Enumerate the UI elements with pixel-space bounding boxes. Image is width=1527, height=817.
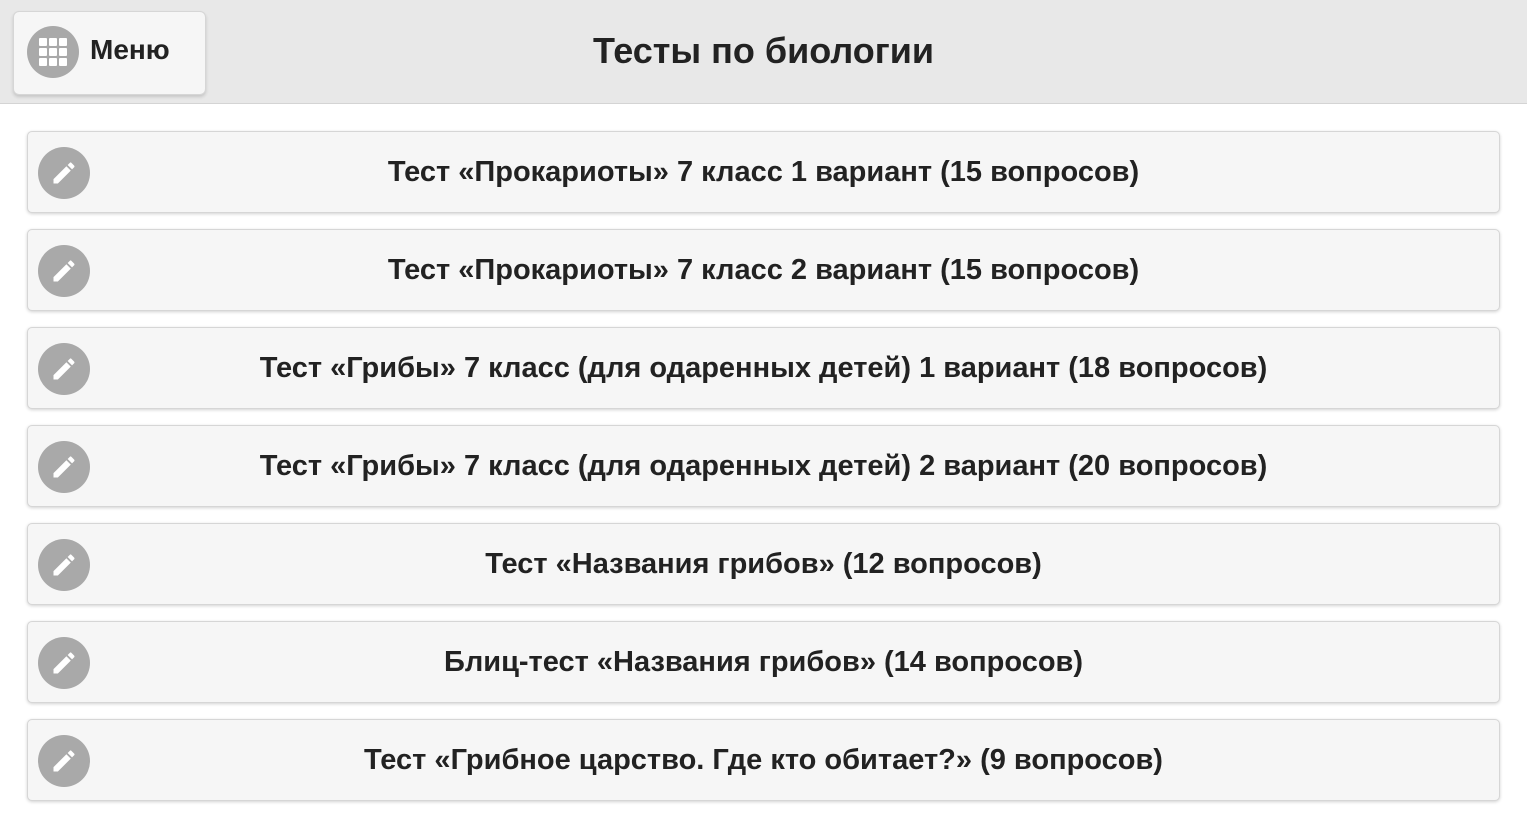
- test-item-label: Тест «Прокариоты» 7 класс 1 вариант (15 …: [387, 156, 1140, 188]
- test-item[interactable]: Тест «Грибное царство. Где кто обитает?»…: [27, 719, 1500, 801]
- test-item-label: Тест «Грибы» 7 класс (для одаренных дете…: [259, 352, 1268, 384]
- test-item[interactable]: Блиц-тест «Названия грибов» (14 вопросов…: [27, 621, 1500, 703]
- test-item-label: Тест «Названия грибов» (12 вопросов): [485, 548, 1042, 580]
- page-title: Тесты по биологии: [593, 30, 934, 71]
- app-header: Меню Тесты по биологии: [0, 0, 1527, 104]
- test-item[interactable]: Тест «Грибы» 7 класс (для одаренных дете…: [27, 425, 1500, 507]
- test-item-label: Тест «Грибы» 7 класс (для одаренных дете…: [259, 450, 1268, 482]
- test-item[interactable]: Тест «Прокариоты» 7 класс 1 вариант (15 …: [27, 131, 1500, 213]
- test-item[interactable]: Тест «Грибы» 7 класс (для одаренных дете…: [27, 327, 1500, 409]
- test-item[interactable]: Тест «Прокариоты» 7 класс 2 вариант (15 …: [27, 229, 1500, 311]
- test-item[interactable]: Тест «Названия грибов» (12 вопросов): [27, 523, 1500, 605]
- test-list: Тест «Прокариоты» 7 класс 1 вариант (15 …: [27, 131, 1500, 817]
- test-item-label: Блиц-тест «Названия грибов» (14 вопросов…: [443, 646, 1084, 678]
- test-item-label: Тест «Прокариоты» 7 класс 2 вариант (15 …: [387, 254, 1140, 286]
- test-item-label: Тест «Грибное царство. Где кто обитает?»…: [364, 744, 1163, 776]
